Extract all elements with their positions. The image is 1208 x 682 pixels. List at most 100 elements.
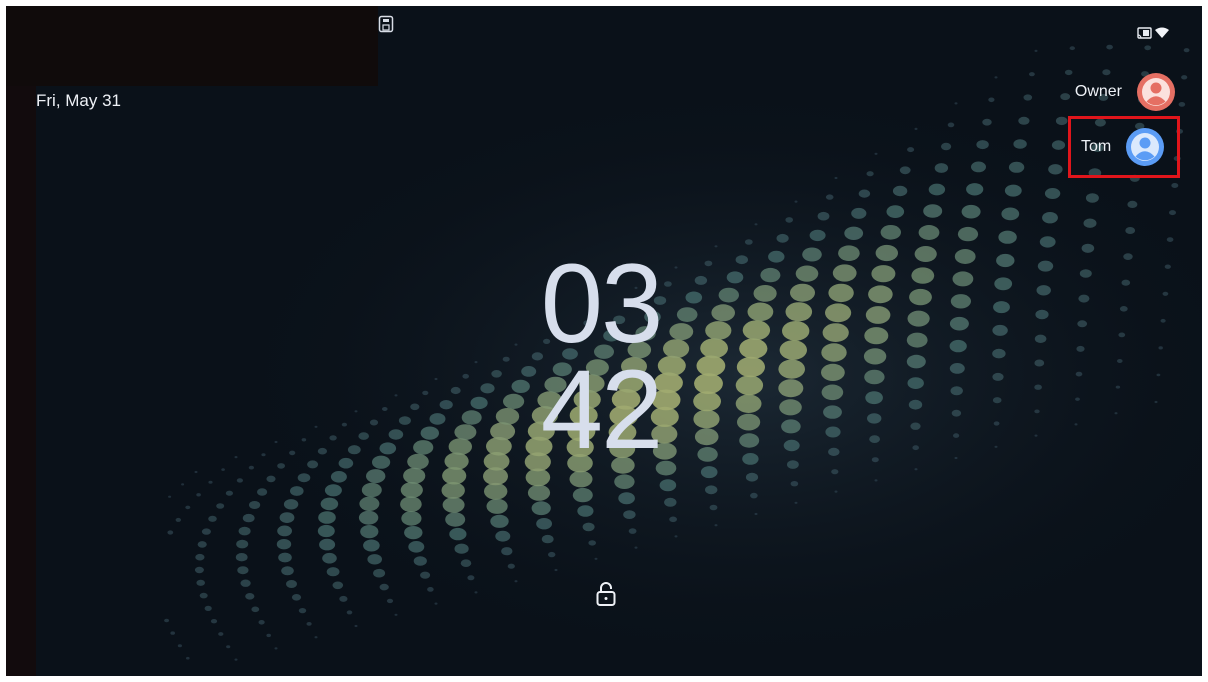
wallpaper-dot: [276, 539, 292, 550]
wallpaper-dot: [954, 456, 958, 460]
wallpaper-dot: [208, 515, 217, 522]
wallpaper-dot: [242, 513, 255, 523]
wallpaper-dot: [467, 575, 475, 581]
wallpaper-dot: [664, 497, 677, 507]
status-icons: [1137, 27, 1169, 39]
wallpaper-dot: [441, 482, 465, 499]
lock-icon[interactable]: [595, 580, 617, 608]
wallpaper-dot: [742, 453, 759, 465]
wallpaper-dot: [907, 310, 930, 327]
wallpaper-dot: [1064, 69, 1073, 76]
wallpaper-dot: [326, 567, 340, 577]
wallpaper-dot: [257, 488, 268, 496]
wallpaper-dot: [501, 547, 513, 556]
wallpaper-dot: [700, 466, 718, 479]
wallpaper-dot: [914, 127, 918, 130]
wallpaper-dot: [735, 255, 748, 265]
wallpaper-dot: [1034, 384, 1042, 390]
wallpaper-dot: [221, 468, 225, 471]
wallpaper-dot: [401, 511, 422, 526]
wallpaper-dot: [742, 320, 771, 341]
wallpaper-dot: [460, 559, 472, 567]
wallpaper-dot: [240, 579, 251, 587]
wallpaper-dot: [1118, 332, 1126, 338]
wallpaper-dot: [338, 457, 354, 469]
wallpaper-dot: [286, 580, 297, 588]
wallpaper-dot: [1075, 397, 1080, 401]
wallpaper-dot: [1075, 371, 1083, 377]
wallpaper-dot: [181, 483, 185, 486]
wallpaper-dot: [1034, 49, 1038, 53]
wallpaper-dot: [865, 391, 883, 405]
wallpaper-dot: [363, 539, 380, 552]
wallpaper-dot: [911, 267, 935, 284]
wallpaper-dot: [1074, 423, 1078, 426]
wallpaper-dot: [1156, 373, 1161, 377]
wallpaper-dot: [825, 194, 834, 200]
wallpaper-dot: [779, 399, 802, 416]
wallpaper-dot: [1160, 318, 1166, 323]
wallpaper-dot: [787, 460, 799, 469]
owner-avatar-icon: [1137, 73, 1175, 111]
wallpaper-dot: [825, 426, 841, 438]
wallpaper-dot: [781, 419, 801, 434]
wallpaper-dot: [361, 482, 382, 498]
wallpaper-dot: [195, 553, 205, 561]
wallpaper-dot: [541, 534, 554, 544]
wallpaper-dot: [744, 239, 753, 245]
wallpaper-dot: [168, 495, 172, 498]
wallpaper-dot: [248, 465, 254, 470]
wallpaper-dot: [164, 618, 170, 623]
left-edge-shade: [6, 6, 36, 676]
wallpaper-dot: [394, 613, 398, 616]
wallpaper-dot: [858, 189, 871, 198]
wallpaper-dot: [301, 438, 307, 442]
wallpaper-dot: [388, 429, 404, 440]
wallpaper-dot: [880, 225, 901, 240]
user-name-tom: Tom: [1081, 138, 1112, 155]
wallpaper-dot: [949, 363, 965, 374]
wallpaper-dot: [618, 492, 635, 505]
wallpaper-dot: [382, 407, 388, 411]
wallpaper-dot: [659, 479, 677, 492]
wallpaper-dot: [1039, 236, 1056, 248]
user-owner[interactable]: Owner: [1075, 72, 1176, 112]
wallpaper-dot: [954, 249, 976, 264]
top-left-shade: [6, 6, 378, 86]
wallpaper-dot: [298, 608, 307, 614]
wallpaper-dot: [444, 452, 469, 470]
wallpaper-dot: [1083, 218, 1097, 228]
wallpaper-dot: [785, 302, 813, 322]
wallpaper-dot: [714, 524, 718, 527]
wallpaper-dot: [996, 253, 1015, 268]
wallpaper-dot: [442, 497, 465, 513]
wallpaper-dot: [297, 473, 311, 483]
wallpaper-dot: [420, 426, 439, 440]
wallpaper-dot: [196, 579, 205, 586]
wallpaper-dot: [941, 142, 952, 151]
wallpaper-dot: [992, 348, 1006, 359]
wallpaper-dot: [290, 486, 304, 496]
wallpaper-dot: [949, 316, 969, 331]
wallpaper-dot: [776, 233, 789, 243]
wallpaper-dot: [358, 510, 379, 525]
wallpaper-dot: [634, 546, 638, 549]
wallpaper-dot: [778, 359, 805, 379]
wallpaper-dot: [527, 484, 551, 501]
wallpaper-dot: [199, 592, 208, 599]
wallpaper-dot: [794, 501, 798, 504]
wallpaper-dot: [572, 487, 593, 503]
wallpaper-dot: [274, 440, 278, 444]
wallpaper-dot: [196, 493, 201, 497]
wallpaper-dot: [745, 472, 759, 482]
wallpaper-dot: [201, 528, 211, 535]
wallpaper-dot: [225, 490, 233, 496]
wallpaper-dot: [949, 339, 967, 353]
user-tom[interactable]: Tom: [1068, 116, 1180, 178]
wallpaper-dot: [1001, 207, 1020, 221]
wallpaper-dot: [1127, 200, 1138, 208]
wallpaper-dot: [266, 475, 276, 483]
wallpaper-dot: [899, 166, 911, 175]
wallpaper-dot: [484, 482, 508, 500]
wallpaper-dot: [871, 265, 896, 283]
